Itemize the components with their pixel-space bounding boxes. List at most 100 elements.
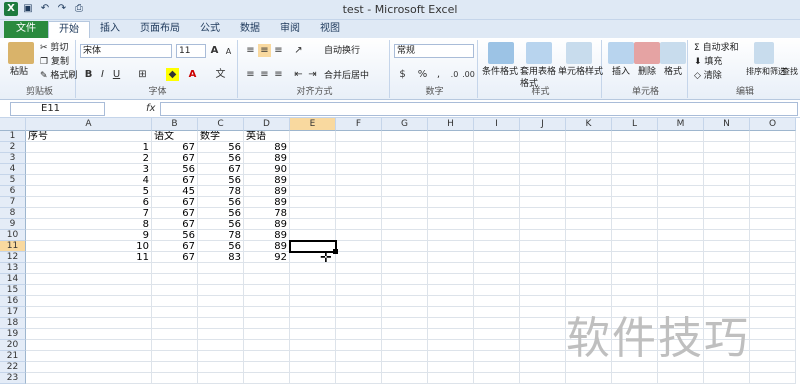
cell-A3[interactable]: 2: [26, 153, 152, 164]
cell-L13[interactable]: [612, 263, 658, 274]
cell-F10[interactable]: [336, 230, 382, 241]
cell-I5[interactable]: [474, 175, 520, 186]
cell-M11[interactable]: [658, 241, 704, 252]
column-header-F[interactable]: F: [336, 118, 382, 131]
cell-A15[interactable]: [26, 285, 152, 296]
row-header-14[interactable]: 14: [0, 274, 26, 285]
cell-I19[interactable]: [474, 329, 520, 340]
fill-button[interactable]: ⬇ 填充: [694, 56, 722, 68]
cell-B2[interactable]: 67: [152, 142, 198, 153]
cell-E4[interactable]: [290, 164, 336, 175]
column-header-L[interactable]: L: [612, 118, 658, 131]
cell-L23[interactable]: [612, 373, 658, 384]
cell-K15[interactable]: [566, 285, 612, 296]
cell-I20[interactable]: [474, 340, 520, 351]
cell-K6[interactable]: [566, 186, 612, 197]
cell-B16[interactable]: [152, 296, 198, 307]
orientation-icon[interactable]: ↗: [292, 44, 305, 57]
autosum-button[interactable]: Σ 自动求和: [694, 42, 739, 54]
cell-M13[interactable]: [658, 263, 704, 274]
row-header-19[interactable]: 19: [0, 329, 26, 340]
cell-M23[interactable]: [658, 373, 704, 384]
cell-D3[interactable]: 89: [244, 153, 290, 164]
cell-C12[interactable]: 83: [198, 252, 244, 263]
cell-A7[interactable]: 6: [26, 197, 152, 208]
select-all-corner[interactable]: [0, 118, 26, 131]
delete-cells-button[interactable]: 删除: [638, 66, 656, 78]
cell-G1[interactable]: [382, 131, 428, 142]
cell-F7[interactable]: [336, 197, 382, 208]
cell-M14[interactable]: [658, 274, 704, 285]
cell-D1[interactable]: 英语: [244, 131, 290, 142]
cell-L7[interactable]: [612, 197, 658, 208]
cell-J1[interactable]: [520, 131, 566, 142]
cell-E22[interactable]: [290, 362, 336, 373]
cell-H20[interactable]: [428, 340, 474, 351]
cell-L15[interactable]: [612, 285, 658, 296]
cell-K7[interactable]: [566, 197, 612, 208]
delete-cells-icon[interactable]: [634, 42, 660, 64]
cell-I9[interactable]: [474, 219, 520, 230]
cell-I4[interactable]: [474, 164, 520, 175]
cell-K11[interactable]: [566, 241, 612, 252]
cell-H23[interactable]: [428, 373, 474, 384]
align-center-icon[interactable]: ≡: [258, 68, 271, 81]
cell-A5[interactable]: 4: [26, 175, 152, 186]
cell-B22[interactable]: [152, 362, 198, 373]
row-header-4[interactable]: 4: [0, 164, 26, 175]
row-header-12[interactable]: 12: [0, 252, 26, 263]
cell-E19[interactable]: [290, 329, 336, 340]
cell-D11[interactable]: 89: [244, 241, 290, 252]
cell-K9[interactable]: [566, 219, 612, 230]
cell-B6[interactable]: 45: [152, 186, 198, 197]
cell-L9[interactable]: [612, 219, 658, 230]
percent-icon[interactable]: %: [416, 68, 429, 81]
row-header-23[interactable]: 23: [0, 373, 26, 384]
cell-N7[interactable]: [704, 197, 750, 208]
cell-F3[interactable]: [336, 153, 382, 164]
cell-H1[interactable]: [428, 131, 474, 142]
cell-F19[interactable]: [336, 329, 382, 340]
cell-O9[interactable]: [750, 219, 796, 230]
cell-H22[interactable]: [428, 362, 474, 373]
cell-B18[interactable]: [152, 318, 198, 329]
cell-A20[interactable]: [26, 340, 152, 351]
tab-review[interactable]: 审阅: [270, 21, 310, 38]
cell-D7[interactable]: 89: [244, 197, 290, 208]
cell-N23[interactable]: [704, 373, 750, 384]
cell-D14[interactable]: [244, 274, 290, 285]
cell-D22[interactable]: [244, 362, 290, 373]
cell-I16[interactable]: [474, 296, 520, 307]
cell-E7[interactable]: [290, 197, 336, 208]
cell-J5[interactable]: [520, 175, 566, 186]
cell-D2[interactable]: 89: [244, 142, 290, 153]
cell-C8[interactable]: 56: [198, 208, 244, 219]
comma-style-icon[interactable]: ,: [432, 68, 445, 81]
cell-B15[interactable]: [152, 285, 198, 296]
cell-K8[interactable]: [566, 208, 612, 219]
cell-M1[interactable]: [658, 131, 704, 142]
cell-A21[interactable]: [26, 351, 152, 362]
cell-D18[interactable]: [244, 318, 290, 329]
cell-H6[interactable]: [428, 186, 474, 197]
cell-styles-icon[interactable]: [566, 42, 592, 64]
cell-H16[interactable]: [428, 296, 474, 307]
fill-handle[interactable]: [333, 249, 338, 254]
cell-E9[interactable]: [290, 219, 336, 230]
cell-C5[interactable]: 56: [198, 175, 244, 186]
grow-font-icon[interactable]: A: [208, 44, 221, 57]
cell-A8[interactable]: 7: [26, 208, 152, 219]
cell-F15[interactable]: [336, 285, 382, 296]
cell-H15[interactable]: [428, 285, 474, 296]
paste-button[interactable]: 粘贴: [10, 66, 28, 78]
cell-J17[interactable]: [520, 307, 566, 318]
cell-D21[interactable]: [244, 351, 290, 362]
tab-home[interactable]: 开始: [48, 21, 90, 38]
cell-I21[interactable]: [474, 351, 520, 362]
cell-H11[interactable]: [428, 241, 474, 252]
cell-C7[interactable]: 56: [198, 197, 244, 208]
cell-J7[interactable]: [520, 197, 566, 208]
column-header-D[interactable]: D: [244, 118, 290, 131]
cell-F5[interactable]: [336, 175, 382, 186]
cell-O23[interactable]: [750, 373, 796, 384]
